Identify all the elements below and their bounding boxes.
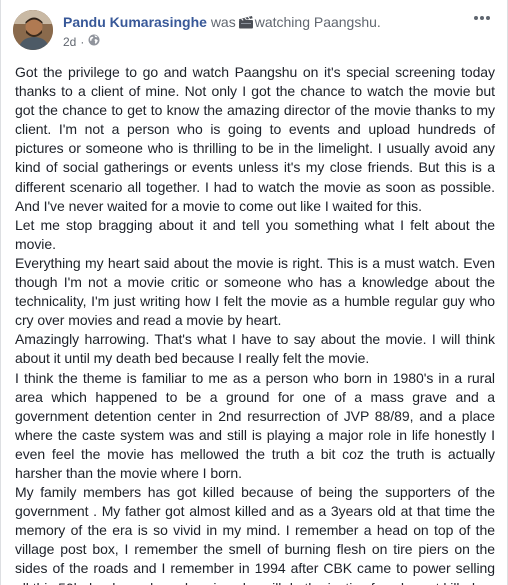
post-paragraph: My family members has got killed because… [15,484,495,585]
activity-verb: was [210,14,236,30]
clapperboard-icon [238,15,254,33]
post-text: Got the privilege to go and watch Paangs… [15,63,495,585]
post-paragraph: Amazingly harrowing. That's what I have … [15,331,495,367]
post-header-line: Pandu Kumarasinghe was watching Paangshu… [63,13,381,33]
post-paragraph: Got the privilege to go and watch Paangs… [15,64,495,214]
post-paragraph: I think the theme is familiar to me as a… [15,369,495,481]
post-timestamp[interactable]: 2d [63,34,76,50]
author-avatar[interactable] [13,10,53,50]
avatar-image [13,10,53,50]
more-options-button[interactable] [471,10,493,26]
activity-text[interactable]: watching Paangshu. [255,14,381,30]
more-options-icon [474,16,490,20]
post-meta: 2d · [63,34,100,50]
globe-icon[interactable] [88,34,100,50]
facebook-post: Pandu Kumarasinghe was watching Paangshu… [0,0,508,585]
post-header: Pandu Kumarasinghe was watching Paangshu… [1,0,507,58]
post-paragraph: Everything my heart said about the movie… [15,254,495,329]
author-name-link[interactable]: Pandu Kumarasinghe [63,14,207,30]
post-paragraph: Let me stop bragging about it and tell y… [15,216,495,252]
meta-separator: · [80,35,85,49]
